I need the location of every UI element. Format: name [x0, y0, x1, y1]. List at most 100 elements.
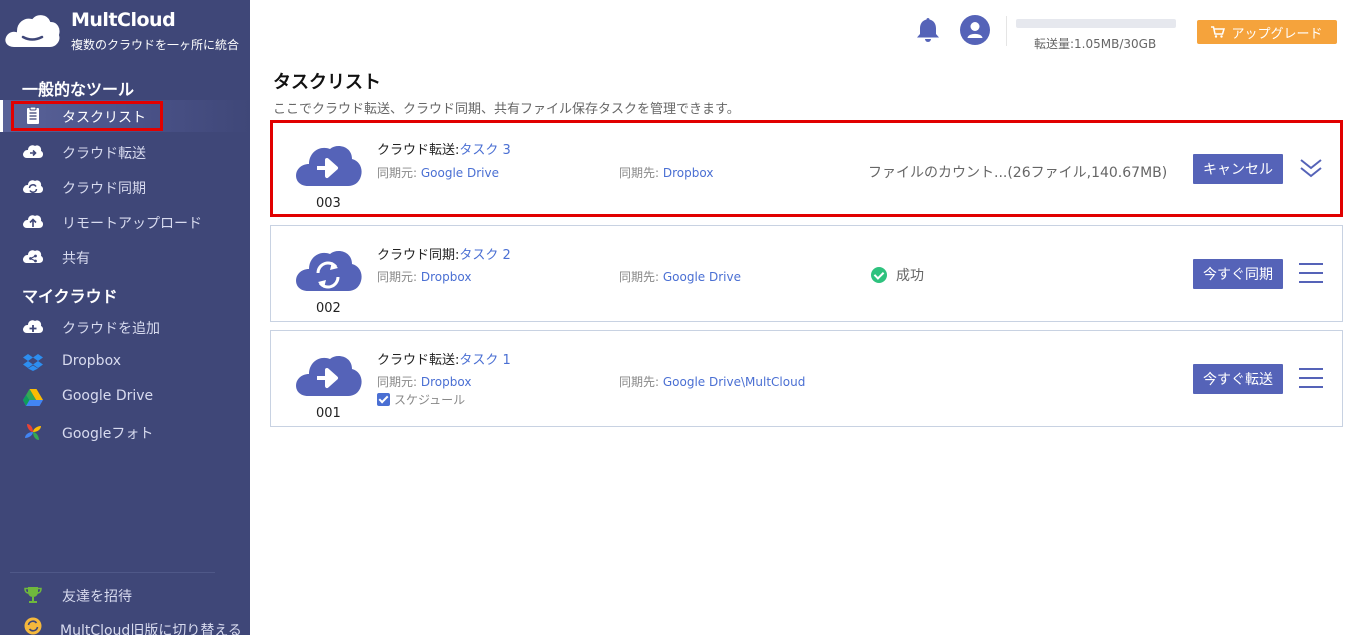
task-destination: 同期先: Google Drive\MultCloud [619, 373, 805, 390]
sidebar-item-cloud-sync[interactable]: クラウド同期 [0, 171, 250, 203]
task-source: 同期元: Dropbox [377, 268, 471, 285]
cloud-add-icon [23, 320, 44, 333]
source-value[interactable]: Dropbox [421, 375, 472, 389]
cloud-upload-icon [23, 215, 44, 228]
task-destination: 同期先: Google Drive [619, 268, 741, 285]
transfer-quota-text: 転送量:1.05MB/30GB [1034, 37, 1157, 51]
sidebar-item-share[interactable]: 共有 [0, 241, 250, 273]
sidebar-item-label: 共有 [62, 251, 90, 267]
destination-value[interactable]: Google Drive [663, 270, 741, 284]
upgrade-button[interactable]: アップグレード [1197, 20, 1337, 44]
brand-name: MultCloud [71, 9, 176, 31]
schedule-label: スケジュール [394, 393, 466, 407]
sidebar-item-label: リモートアップロード [62, 216, 202, 232]
sidebar: MultCloud 複数のクラウドを一ヶ所に統合 一般的なツール タスクリスト … [0, 0, 250, 635]
task-number: 001 [316, 406, 341, 421]
task-source: 同期元: Dropbox [377, 373, 471, 390]
checkbox-checked-icon[interactable] [377, 393, 390, 406]
task-title: クラウド同期:タスク 2 [377, 244, 511, 263]
source-value[interactable]: Dropbox [421, 270, 472, 284]
cloud-sync-icon [23, 180, 44, 193]
task-title: クラウド転送:タスク 3 [377, 139, 511, 158]
task-type-label: クラウド同期: [377, 248, 460, 263]
sidebar-item-cloud-transfer[interactable]: クラウド転送 [0, 136, 250, 168]
destination-label: 同期先: [619, 166, 660, 180]
task-name-link[interactable]: タスク 3 [459, 143, 510, 158]
hamburger-menu-icon[interactable] [1299, 263, 1323, 283]
task-destination: 同期先: Dropbox [619, 164, 713, 181]
task-card-002: 002 クラウド同期:タスク 2 同期元: Dropbox 同期先: Googl… [270, 225, 1343, 322]
user-avatar-icon[interactable] [960, 15, 990, 45]
cancel-button[interactable]: キャンセル [1193, 154, 1283, 184]
source-label: 同期元: [377, 375, 418, 389]
task-name-link[interactable]: タスク 2 [459, 248, 510, 263]
sidebar-item-google-drive[interactable]: Google Drive [0, 381, 250, 413]
sync-now-button[interactable]: 今すぐ同期 [1193, 259, 1283, 289]
destination-value[interactable]: Dropbox [663, 166, 714, 180]
active-indicator [0, 100, 3, 132]
sidebar-divider [10, 572, 215, 573]
sidebar-item-google-photos[interactable]: Googleフォト [0, 416, 250, 448]
switch-version-icon [24, 617, 42, 635]
sidebar-item-label: Dropbox [62, 353, 121, 369]
transfer-now-button[interactable]: 今すぐ転送 [1193, 364, 1283, 394]
section-title-my-cloud: マイクラウド [22, 287, 118, 306]
google-drive-icon [23, 389, 43, 406]
task-card-001: 001 クラウド転送:タスク 1 同期元: Dropbox 同期先: Googl… [270, 330, 1343, 427]
task-type-label: クラウド転送: [377, 353, 460, 368]
destination-value[interactable]: Google Drive\MultCloud [663, 375, 805, 389]
highlight-box [11, 101, 163, 131]
cloud-transfer-icon [296, 356, 362, 396]
sidebar-item-label: Googleフォト [62, 426, 154, 442]
header-divider [1006, 16, 1007, 46]
sidebar-item-label: クラウド同期 [62, 181, 146, 197]
sidebar-item-label: MultCloud旧版に切り替える [60, 623, 242, 635]
sidebar-item-switch-version[interactable]: MultCloud旧版に切り替える [0, 612, 250, 635]
task-status-text: ファイルのカウント...(26ファイル,140.67MB) [868, 165, 1168, 181]
sidebar-item-label: 友達を招待 [62, 589, 132, 605]
cloud-sync-icon [296, 251, 362, 291]
task-title: クラウド転送:タスク 1 [377, 349, 511, 368]
sidebar-item-label: クラウド転送 [62, 146, 146, 162]
brand[interactable]: MultCloud 複数のクラウドを一ヶ所に統合 [0, 0, 250, 62]
cart-icon [1211, 26, 1226, 38]
cloud-transfer-icon [23, 145, 44, 158]
dropbox-icon [23, 354, 43, 371]
schedule-checkbox[interactable]: スケジュール [377, 391, 465, 408]
destination-label: 同期先: [619, 270, 660, 284]
task-status: ファイルのカウント...(26ファイル,140.67MB) [868, 162, 1167, 182]
page-title: タスクリスト [273, 72, 381, 93]
source-value[interactable]: Google Drive [421, 166, 499, 180]
notification-bell-icon[interactable] [915, 16, 941, 44]
sidebar-item-invite-friends[interactable]: 友達を招待 [0, 579, 250, 611]
success-check-icon [871, 267, 887, 283]
trophy-icon [24, 587, 42, 603]
chevron-double-down-icon[interactable] [1299, 157, 1323, 179]
upgrade-label: アップグレード [1231, 26, 1323, 42]
task-card-003: 003 クラウド転送:タスク 3 同期元: Google Drive 同期先: … [270, 120, 1343, 217]
google-photos-icon [25, 424, 41, 440]
brand-tagline: 複数のクラウドを一ヶ所に統合 [71, 38, 240, 52]
task-type-label: クラウド転送: [377, 143, 460, 158]
task-name-link[interactable]: タスク 1 [459, 353, 510, 368]
task-source: 同期元: Google Drive [377, 164, 499, 181]
section-title-general-tools: 一般的なツール [22, 80, 135, 99]
task-number: 002 [316, 301, 341, 316]
transfer-quota-bar [1016, 19, 1176, 28]
sidebar-item-remote-upload[interactable]: リモートアップロード [0, 206, 250, 238]
sidebar-item-label: Google Drive [62, 388, 154, 404]
cloud-share-icon [23, 250, 44, 263]
destination-label: 同期先: [619, 375, 660, 389]
task-status: 成功 [871, 265, 924, 285]
source-label: 同期元: [377, 166, 418, 180]
sidebar-item-dropbox[interactable]: Dropbox [0, 346, 250, 378]
multcloud-logo-icon [3, 13, 62, 49]
source-label: 同期元: [377, 270, 418, 284]
hamburger-menu-icon[interactable] [1299, 368, 1323, 388]
page-subtitle: ここでクラウド転送、クラウド同期、共有ファイル保存タスクを管理できます。 [273, 102, 740, 117]
sidebar-item-add-cloud[interactable]: クラウドを追加 [0, 311, 250, 343]
task-number: 003 [316, 196, 341, 211]
cloud-transfer-icon [296, 146, 362, 186]
task-status-text: 成功 [896, 268, 924, 284]
sidebar-item-label: クラウドを追加 [62, 321, 160, 337]
